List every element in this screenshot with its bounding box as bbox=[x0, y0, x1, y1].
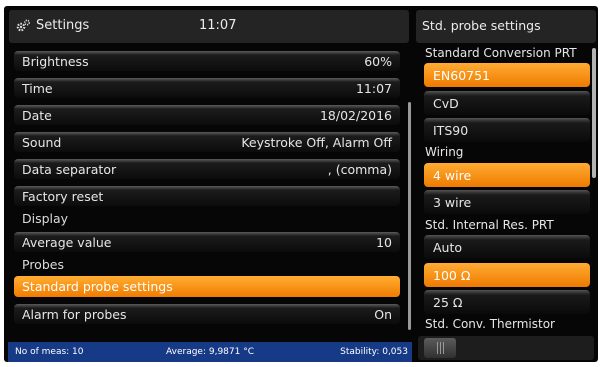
menu-item-factory-reset[interactable]: Factory reset bbox=[14, 186, 400, 206]
option-3-wire[interactable]: 3 wire bbox=[424, 190, 590, 214]
menu-item-value: 10 bbox=[376, 235, 392, 250]
gear-icon bbox=[16, 19, 31, 32]
menu-scrollbar[interactable] bbox=[408, 102, 411, 330]
menu-item-label: Sound bbox=[22, 135, 62, 150]
menu-item-value: Keystroke Off, Alarm Off bbox=[241, 135, 392, 150]
option-cvd[interactable]: CvD bbox=[424, 91, 590, 115]
menu-item-label: Time bbox=[22, 81, 53, 96]
option-auto[interactable]: Auto bbox=[424, 235, 590, 259]
option-label: Auto bbox=[433, 240, 463, 255]
menu-item-time[interactable]: Time 11:07 bbox=[14, 78, 400, 98]
menu-item-label: Data separator bbox=[22, 162, 117, 177]
menu-item-value: 11:07 bbox=[355, 81, 392, 96]
settings-header: Settings 11:07 bbox=[9, 10, 409, 43]
menu-item-value: 60% bbox=[364, 54, 392, 69]
section-display: Display bbox=[22, 211, 69, 226]
section-standard-conversion-prt: Standard Conversion PRT bbox=[425, 46, 577, 60]
menu-item-label: Factory reset bbox=[22, 189, 104, 204]
status-stability: Stability: 0,053 bbox=[340, 347, 408, 357]
option-label: 4 wire bbox=[433, 168, 472, 183]
status-bar: No of meas: 10 Average: 9,9871 °C Stabil… bbox=[8, 342, 412, 362]
menu-item-alarm-for-probes[interactable]: Alarm for probes On bbox=[14, 304, 400, 324]
menu-item-label: Average value bbox=[22, 235, 112, 250]
menu-item-label: Standard probe settings bbox=[22, 279, 173, 294]
option-en60751[interactable]: EN60751 bbox=[424, 63, 590, 87]
menu-item-data-separator[interactable]: Data separator , (comma) bbox=[14, 159, 400, 179]
option-its90[interactable]: ITS90 bbox=[424, 118, 590, 142]
menu-item-standard-probe-settings[interactable]: Standard probe settings bbox=[14, 276, 400, 297]
menu-item-value: On bbox=[374, 307, 392, 322]
menu-item-brightness[interactable]: Brightness 60% bbox=[14, 51, 400, 71]
menu-item-sound[interactable]: Sound Keystroke Off, Alarm Off bbox=[14, 132, 400, 152]
section-std-internal-res-prt: Std. Internal Res. PRT bbox=[425, 218, 554, 232]
option-100-ohm[interactable]: 100 Ω bbox=[424, 263, 590, 287]
page-title: Settings bbox=[36, 18, 90, 33]
option-25-ohm[interactable]: 25 Ω bbox=[424, 290, 590, 314]
status-average: Average: 9,9871 °C bbox=[166, 347, 254, 357]
section-std-conv-thermistor: Std. Conv. Thermistor bbox=[425, 317, 555, 331]
header-clock: 11:07 bbox=[199, 18, 237, 33]
option-4-wire[interactable]: 4 wire bbox=[424, 163, 590, 187]
horizontal-scroll-thumb[interactable] bbox=[424, 338, 456, 358]
status-measurements: No of meas: 10 bbox=[15, 347, 84, 357]
menu-item-value: 18/02/2016 bbox=[319, 108, 392, 123]
section-probes: Probes bbox=[22, 257, 64, 272]
option-label: CvD bbox=[433, 96, 459, 111]
option-label: 3 wire bbox=[433, 195, 472, 210]
device-screen: Settings 11:07 Brightness 60% Time 11:07… bbox=[4, 6, 598, 362]
menu-item-label: Brightness bbox=[22, 54, 89, 69]
option-label: 100 Ω bbox=[433, 268, 471, 283]
panel-header: Std. probe settings bbox=[416, 10, 596, 43]
menu-item-label: Date bbox=[22, 108, 52, 123]
menu-item-average-value[interactable]: Average value 10 bbox=[14, 232, 400, 252]
option-label: 25 Ω bbox=[433, 295, 463, 310]
option-label: EN60751 bbox=[433, 68, 491, 83]
section-wiring: Wiring bbox=[425, 145, 464, 159]
menu-item-label: Alarm for probes bbox=[22, 307, 127, 322]
option-label: ITS90 bbox=[433, 123, 469, 138]
menu-item-date[interactable]: Date 18/02/2016 bbox=[14, 105, 400, 125]
panel-title: Std. probe settings bbox=[422, 18, 541, 33]
menu-item-value: , (comma) bbox=[327, 162, 392, 177]
panel-scrollbar[interactable] bbox=[592, 48, 596, 178]
